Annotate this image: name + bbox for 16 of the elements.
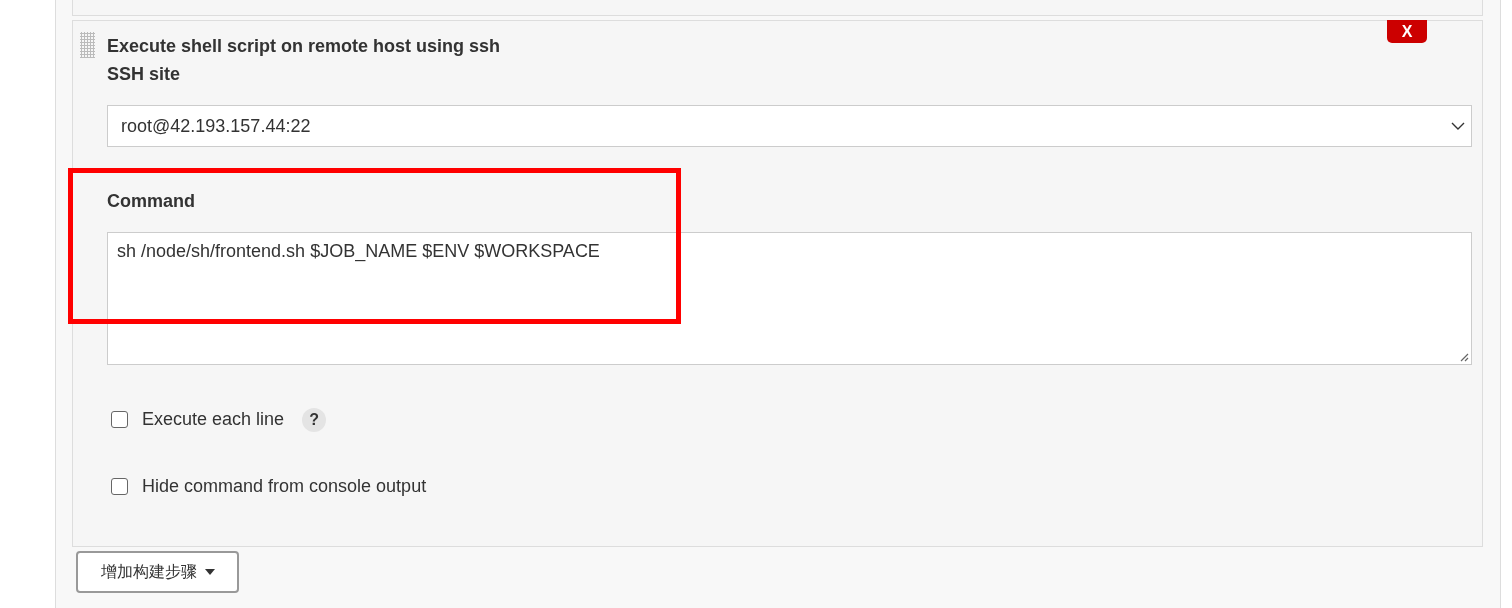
checkbox-label: Execute each line [142,409,285,430]
caret-icon [204,569,215,575]
drag-handle-icon[interactable] [80,32,95,58]
delete-button[interactable]: X [1387,20,1427,43]
checkbox[interactable] [111,411,128,428]
field-label: Command [107,190,195,213]
help-icon[interactable]: ? [302,407,327,432]
checkbox-label: Hide command from console output [142,476,427,497]
step-title: Execute shell script on remote host using ssh [107,35,501,58]
add-build-step-button[interactable]: 增加构建步骤 [76,551,239,593]
command-textarea[interactable]: sh /node/sh/frontend.sh $JOB_NAME $ENV $WORKSPACE [107,232,1472,365]
chevron-down-icon [1451,122,1465,130]
field-label: SSH site [107,63,181,86]
resize-grip-icon[interactable] [1459,352,1469,362]
checkbox[interactable] [111,478,128,495]
ssh-site-dropdown[interactable]: root@42.193.157.44:22 [107,105,1472,147]
